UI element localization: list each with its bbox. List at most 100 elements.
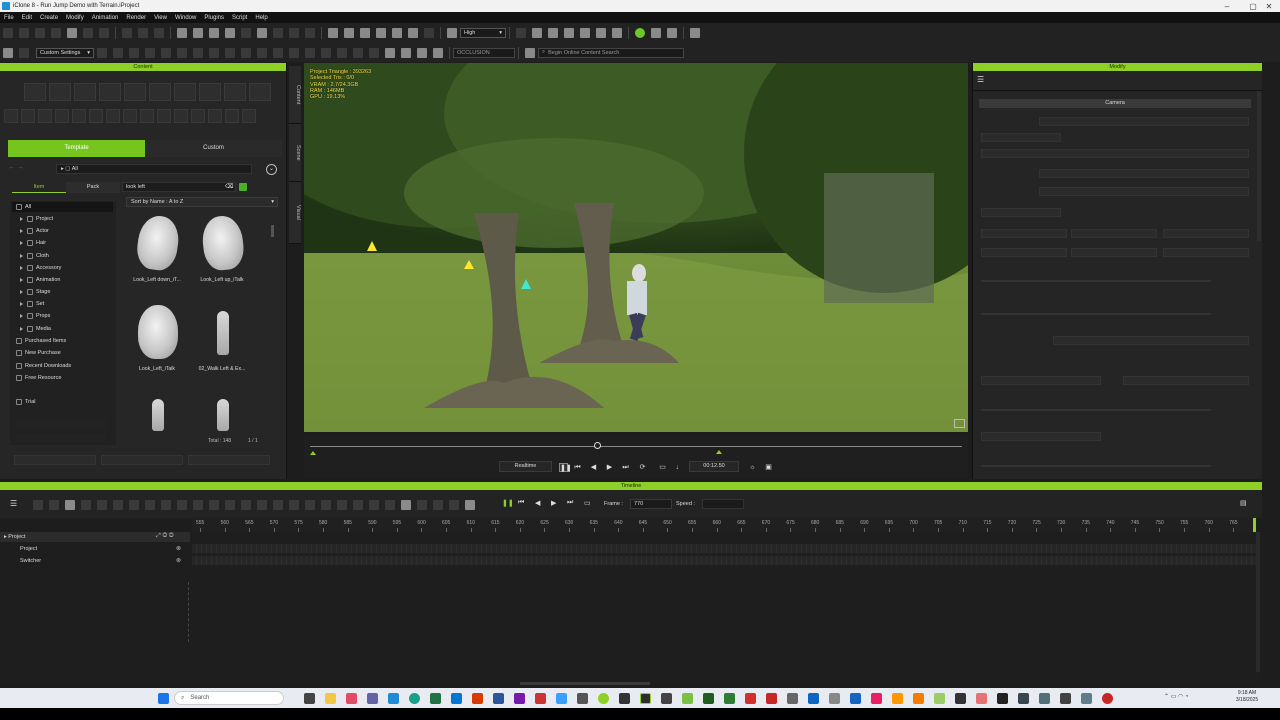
- timeline-tool-icon[interactable]: [209, 500, 219, 510]
- app-icon[interactable]: [808, 692, 819, 704]
- spring-icon[interactable]: [257, 47, 267, 58]
- gear-icon[interactable]: [433, 47, 443, 58]
- timeline-tool-icon[interactable]: [81, 500, 91, 510]
- track-options-icon[interactable]: ⤢ ◎ ◎: [156, 533, 174, 540]
- asset-item[interactable]: [191, 391, 253, 438]
- timeline-prev-frame-button[interactable]: ◀: [535, 499, 540, 507]
- app-icon[interactable]: [766, 692, 777, 704]
- timeline-capture-icon[interactable]: ▭: [584, 499, 591, 507]
- tree-item-recent-downloads[interactable]: Recent Downloads: [16, 363, 71, 369]
- edge-icon[interactable]: [409, 692, 420, 704]
- app-icon[interactable]: [556, 692, 567, 704]
- app-icon[interactable]: [598, 692, 609, 704]
- group-icon[interactable]: [154, 28, 164, 38]
- path-icon[interactable]: [209, 47, 219, 58]
- light-icon[interactable]: [344, 28, 354, 38]
- minimize-icon[interactable]: –: [1214, 0, 1240, 12]
- camera-option[interactable]: [981, 432, 1101, 441]
- move-icon[interactable]: [193, 28, 203, 38]
- texture-icon[interactable]: [548, 28, 558, 38]
- tree-item-project[interactable]: Project: [20, 216, 53, 222]
- open-icon[interactable]: [19, 28, 29, 38]
- quality-icon[interactable]: [447, 28, 457, 38]
- iclone-taskbar-icon[interactable]: [640, 692, 651, 704]
- tree-item-media[interactable]: Media: [20, 326, 51, 332]
- onenote-icon[interactable]: [514, 692, 525, 704]
- content-action-button[interactable]: [101, 455, 183, 465]
- menu-window[interactable]: Window: [171, 15, 200, 21]
- app-icon[interactable]: [682, 692, 693, 704]
- app-icon[interactable]: [577, 692, 588, 704]
- subcategory-slot[interactable]: [123, 109, 137, 123]
- camera-preset-button[interactable]: [1163, 229, 1249, 238]
- camera-app-icon[interactable]: [1081, 692, 1092, 704]
- face-icon[interactable]: [305, 47, 315, 58]
- menu-plugins[interactable]: Plugins: [200, 15, 228, 21]
- vr-icon[interactable]: [385, 47, 395, 58]
- camera-dropdown[interactable]: [1039, 187, 1249, 196]
- app-icon[interactable]: [976, 692, 987, 704]
- sort-dropdown[interactable]: Sort by Name : A to Z ▾: [126, 197, 278, 207]
- brush-icon[interactable]: [612, 28, 622, 38]
- tray-icons[interactable]: ⌃ ▭ ◠ ◔: [1164, 693, 1189, 700]
- timeline-tool-icon[interactable]: [369, 500, 379, 510]
- select-icon[interactable]: [177, 28, 187, 38]
- sculpt-icon[interactable]: [596, 28, 606, 38]
- detach-icon[interactable]: [193, 47, 203, 58]
- reach-icon[interactable]: [289, 47, 299, 58]
- fullscreen-icon[interactable]: ▣: [764, 463, 773, 472]
- camera-slider[interactable]: [981, 280, 1211, 282]
- app-icon[interactable]: [661, 692, 672, 704]
- content-option-row[interactable]: [16, 434, 106, 442]
- timeline-tool-icon[interactable]: [353, 500, 363, 510]
- camera-icon[interactable]: [328, 28, 338, 38]
- tab-template[interactable]: Template: [8, 140, 145, 157]
- camera-dropdown[interactable]: [1053, 336, 1249, 345]
- subcategory-slot[interactable]: [89, 109, 103, 123]
- app-icon[interactable]: [619, 692, 630, 704]
- lip-icon[interactable]: [321, 47, 331, 58]
- powerpoint-icon[interactable]: [472, 692, 483, 704]
- timeline-tool-icon[interactable]: [49, 500, 59, 510]
- track-label-project-root[interactable]: ▸ Project: [4, 534, 25, 540]
- tree-item-props[interactable]: Props: [20, 313, 50, 319]
- timeline-pause-button[interactable]: ❚❚: [502, 499, 514, 507]
- skip-end-button[interactable]: ⏭: [621, 463, 630, 472]
- back-icon[interactable]: ← →: [8, 164, 26, 174]
- look-at-icon[interactable]: [225, 47, 235, 58]
- taskbar-search-input[interactable]: ⌕ Search: [174, 691, 284, 705]
- new-project-icon[interactable]: [3, 28, 13, 38]
- timeline-tool-icon[interactable]: [177, 500, 187, 510]
- asset-item[interactable]: Look_Left up_iTalk: [191, 214, 253, 283]
- timeline-tool-icon[interactable]: [113, 500, 123, 510]
- import-icon[interactable]: [67, 28, 77, 38]
- timeline-menu-icon[interactable]: ☰: [10, 499, 20, 509]
- app-icon[interactable]: [535, 692, 546, 704]
- asset-item[interactable]: [126, 391, 188, 438]
- subcategory-slot[interactable]: [106, 109, 120, 123]
- timeline-options-icon[interactable]: ▤: [1240, 499, 1247, 507]
- snap-icon[interactable]: [257, 28, 267, 38]
- subcategory-slot[interactable]: [191, 109, 205, 123]
- filter-icon[interactable]: [239, 183, 247, 191]
- subcategory-slot[interactable]: [157, 109, 171, 123]
- timeline-ruler[interactable]: 555 560 565 570 575 580 585 590 595 600 605 610 615 6…: [192, 518, 1256, 532]
- subcategory-slot[interactable]: [55, 109, 69, 123]
- track-close-icon[interactable]: ⊗: [176, 545, 181, 552]
- shading-icon[interactable]: [580, 28, 590, 38]
- track-close-icon[interactable]: ⊗: [176, 557, 181, 564]
- timeline-tool-icon[interactable]: [289, 500, 299, 510]
- timeline-skip-start-button[interactable]: ⏮: [518, 499, 524, 507]
- save-icon[interactable]: [35, 28, 45, 38]
- timeline-tool-icon[interactable]: [273, 500, 283, 510]
- timeline-tool-icon[interactable]: [241, 500, 251, 510]
- range-start-marker[interactable]: [310, 451, 316, 455]
- content-search-input[interactable]: look left: [122, 182, 236, 192]
- asset-item[interactable]: 02_Walk Left & Ex...: [191, 303, 253, 372]
- chain-link-icon[interactable]: [401, 47, 411, 58]
- track-lane-switcher[interactable]: [192, 556, 1256, 565]
- tree-item-set[interactable]: Set: [20, 301, 44, 307]
- category-slot[interactable]: [174, 83, 196, 101]
- category-slot[interactable]: [149, 83, 171, 101]
- app-icon[interactable]: [724, 692, 735, 704]
